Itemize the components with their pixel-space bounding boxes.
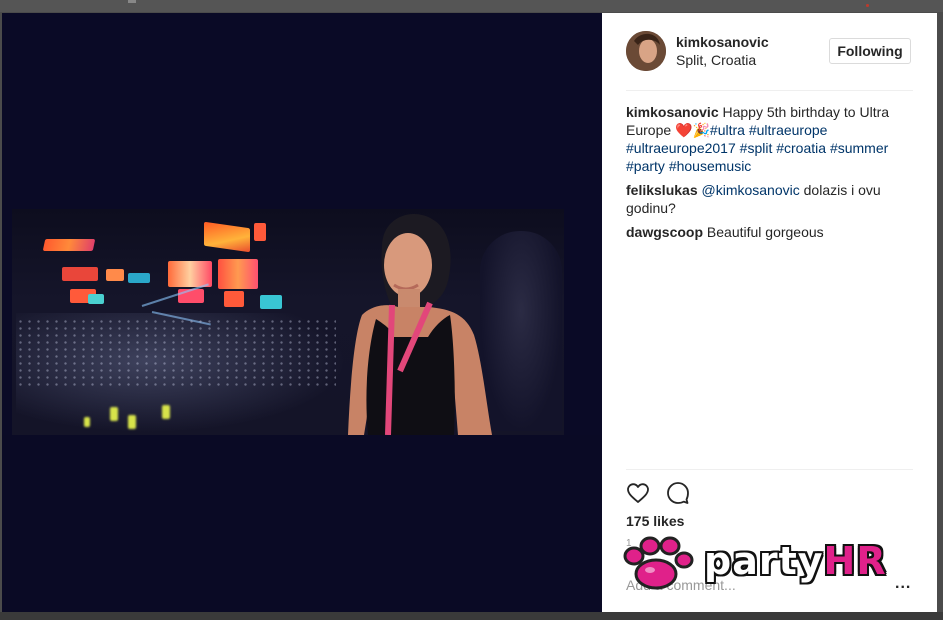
comment-username[interactable]: dawgscoop	[626, 224, 703, 240]
stage-screen	[260, 295, 282, 309]
crowd-light	[84, 417, 90, 427]
comment: felikslukas @kimkosanovic dolazis i ovu …	[626, 181, 916, 217]
post-username[interactable]: kimkosanovic	[676, 34, 769, 50]
crowd-light	[110, 407, 118, 421]
stage-screen	[62, 267, 98, 281]
hashtag-link[interactable]: #split	[740, 140, 773, 156]
hashtag-link[interactable]: #ultra	[710, 122, 745, 138]
avatar-image	[626, 31, 666, 71]
stage-screen	[224, 291, 244, 307]
stage-screen	[254, 223, 266, 241]
stage-screen	[218, 259, 258, 289]
hashtag-link[interactable]: #ultraeurope2017	[626, 140, 736, 156]
header-divider	[626, 90, 913, 91]
caption-emoji: ❤️🎉	[675, 122, 710, 138]
hashtag-link[interactable]: #croatia	[776, 140, 826, 156]
comment: dawgscoop Beautiful gorgeous	[626, 223, 916, 241]
comment-text: Beautiful gorgeous	[706, 224, 824, 240]
hashtag-link[interactable]: #party	[626, 158, 665, 174]
hashtag-link[interactable]: #summer	[830, 140, 888, 156]
post-location[interactable]: Split, Croatia	[676, 52, 756, 68]
stage-screen	[106, 269, 124, 281]
hashtag-link[interactable]: #housemusic	[669, 158, 752, 174]
woman-figure	[348, 214, 492, 435]
browser-top-strip	[0, 0, 943, 12]
wordmark-party: party	[704, 539, 824, 583]
crowd-light	[162, 405, 170, 419]
heart-icon[interactable]	[626, 481, 650, 505]
top-strip-mark	[128, 0, 136, 3]
comment-icon[interactable]	[666, 481, 690, 505]
crowd-lights	[16, 318, 336, 388]
caption: kimkosanovic Happy 5th birthday to Ultra…	[626, 103, 916, 175]
comment-username[interactable]: felikslukas	[626, 182, 698, 198]
partyhr-watermark: partyHR	[620, 534, 920, 598]
paw-logo-icon	[623, 536, 694, 590]
stage-screen	[128, 273, 150, 283]
stage-screen	[88, 294, 104, 304]
hashtag-link[interactable]: #ultraeurope	[749, 122, 828, 138]
partyhr-wordmark: partyHR	[704, 538, 887, 584]
page-bottom-strip	[0, 612, 943, 620]
stage-screen	[42, 239, 96, 251]
post-photo[interactable]	[2, 13, 602, 613]
photo-dark-area	[2, 435, 602, 613]
post-details-panel: kimkosanovic Split, Croatia Following ki…	[602, 13, 937, 613]
like-count[interactable]: 175 likes	[626, 513, 684, 529]
mention-link[interactable]: @kimkosanovic	[702, 182, 800, 198]
avatar[interactable]	[626, 31, 666, 71]
wordmark-hr: HR	[823, 539, 887, 583]
crowd-light	[128, 415, 136, 429]
comment-list: kimkosanovic Happy 5th birthday to Ultra…	[626, 103, 916, 247]
notification-dot	[866, 4, 869, 7]
caption-username[interactable]: kimkosanovic	[626, 104, 719, 120]
following-button[interactable]: Following	[829, 38, 911, 64]
actions-divider	[626, 469, 913, 470]
